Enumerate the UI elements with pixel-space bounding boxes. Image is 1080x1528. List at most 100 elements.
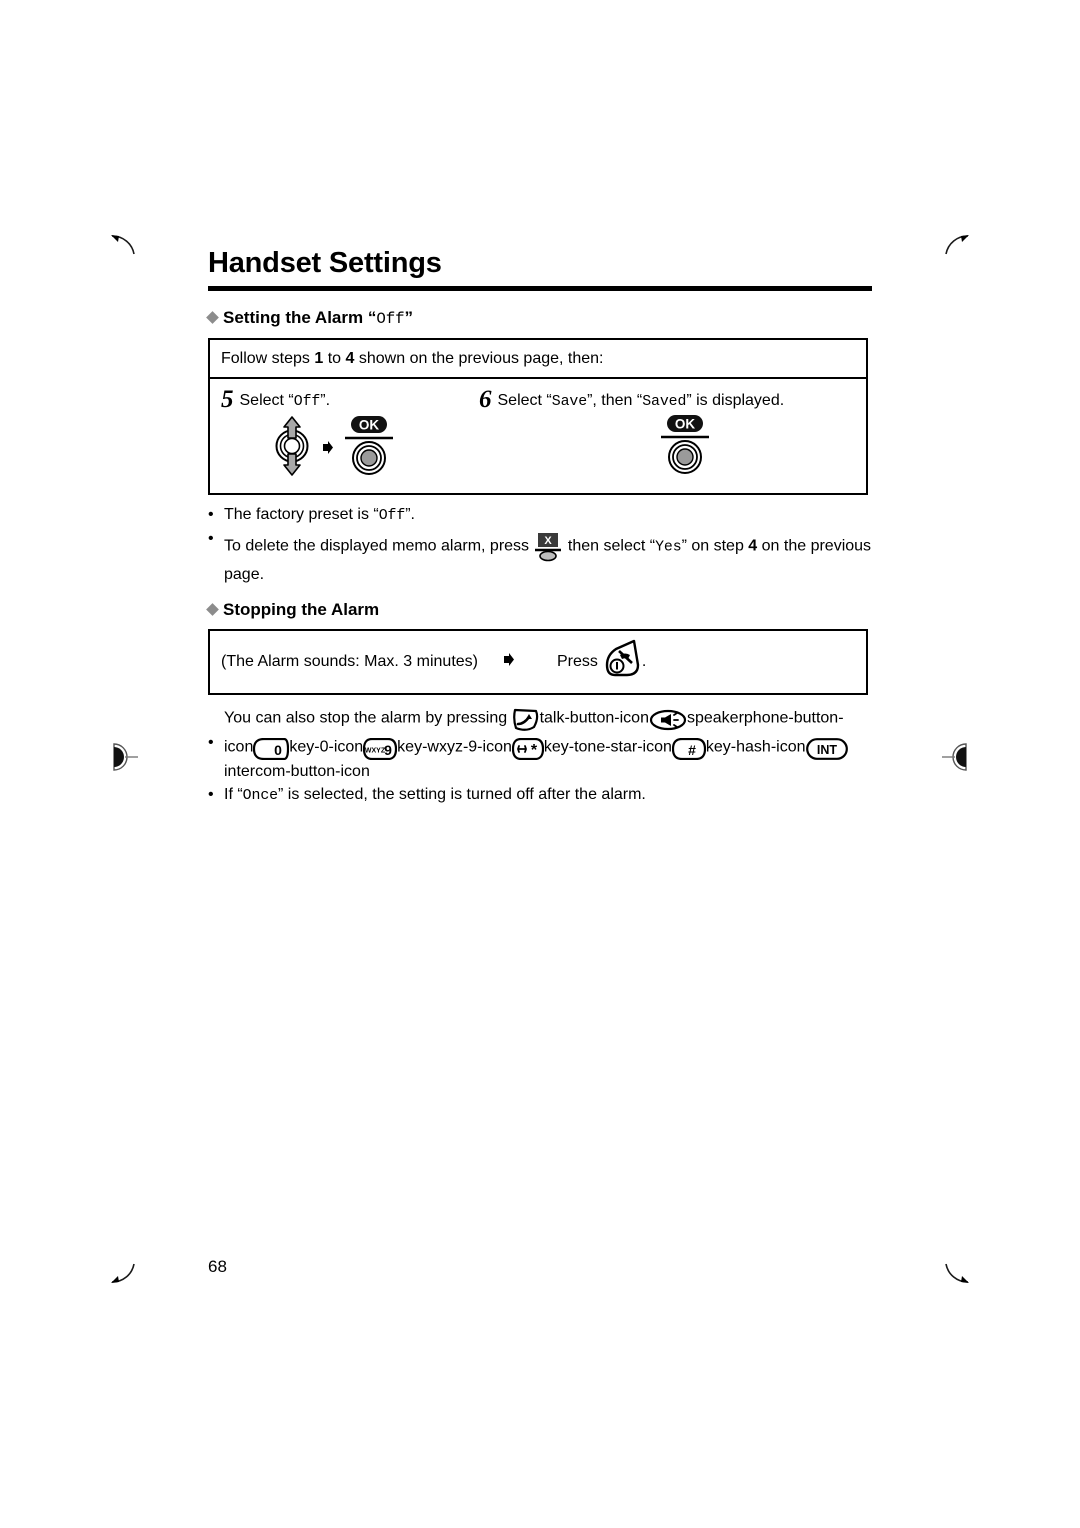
notes-stopping-alarm: • You can also stop the alarm by pressin… bbox=[208, 703, 872, 807]
note-text-tail: ”. bbox=[405, 506, 415, 524]
bullet-text: To delete the displayed memo alarm, pres… bbox=[224, 528, 872, 586]
key-wxyz-9-icon[interactable]: WXYZ 9 bbox=[363, 738, 398, 766]
crop-mark-bottom-left bbox=[108, 1252, 142, 1286]
step-5-text-before: Select “ bbox=[239, 392, 294, 410]
page-title: Handset Settings bbox=[208, 247, 442, 279]
note-value: Yes bbox=[655, 539, 682, 556]
note-text: The factory preset is “ bbox=[224, 506, 379, 524]
note-sep-1: talk-button-icon bbox=[539, 709, 649, 727]
step-6-value: Save bbox=[551, 394, 588, 411]
svg-text:X: X bbox=[545, 535, 553, 547]
note-sep-3: key-wxyz-9-icon bbox=[397, 738, 512, 756]
talk-button-icon[interactable] bbox=[512, 708, 540, 738]
step-6-text-before: Select “ bbox=[497, 392, 552, 410]
step-6-value-2: Saved bbox=[642, 394, 687, 411]
bullet-dot: • bbox=[208, 785, 214, 803]
note-sep-4: key-tone-star-icon bbox=[543, 738, 672, 756]
right-arrow-separator-icon bbox=[322, 440, 334, 461]
step-6-text-after: ” is displayed. bbox=[686, 392, 785, 410]
step-6-icons: OK bbox=[479, 414, 855, 481]
note-text: If “ bbox=[224, 785, 243, 803]
section-heading-stopping-the-alarm: Stopping the Alarm bbox=[206, 599, 872, 620]
svg-text:0: 0 bbox=[274, 742, 282, 758]
svg-text:INT: INT bbox=[816, 743, 837, 757]
bullet-dot: • bbox=[208, 734, 214, 752]
intercom-button-icon[interactable]: INT bbox=[805, 738, 848, 766]
note-text-mid: then select “ bbox=[563, 537, 656, 555]
list-item: • To delete the displayed memo alarm, pr… bbox=[208, 528, 872, 586]
step-6-text-mid: ”, then “ bbox=[587, 392, 643, 410]
key-0-icon[interactable]: 0 bbox=[253, 738, 290, 766]
note-text: You can also stop the alarm by pressing bbox=[224, 709, 512, 727]
bullet-dot: • bbox=[208, 530, 214, 548]
note-text-or: key-hash-icon bbox=[705, 738, 806, 756]
bullet-text: If “Once” is selected, the setting is tu… bbox=[224, 784, 872, 807]
ok-select-button-icon[interactable]: OK bbox=[341, 415, 397, 482]
registration-mark-left bbox=[104, 740, 138, 774]
key-tone-star-icon[interactable]: * bbox=[511, 738, 544, 766]
note-value: Off bbox=[378, 508, 406, 525]
step-5-number: 5 bbox=[221, 386, 234, 414]
intro-text-after: shown on the previous page, then: bbox=[354, 350, 604, 368]
note-text-mid2: ” on step bbox=[681, 537, 749, 555]
intro-text-between: to bbox=[323, 350, 346, 368]
step-5-text-after: ”. bbox=[320, 392, 331, 410]
diamond-bullet-icon bbox=[206, 602, 219, 616]
procedure-steps: 5 Select “Off”. OK 6 Select “ Save ”, th… bbox=[210, 379, 866, 493]
note-text-tail: intercom-button-icon bbox=[224, 763, 370, 781]
bullet-text: The factory preset is “Off”. bbox=[224, 504, 872, 527]
crop-mark-top-right bbox=[938, 232, 972, 266]
ok-select-button-icon[interactable]: OK bbox=[657, 414, 713, 481]
crop-mark-top-left bbox=[108, 232, 142, 266]
alarm-stop-box: (The Alarm sounds: Max. 3 minutes) Press bbox=[208, 628, 868, 695]
list-item: • If “Once” is selected, the setting is … bbox=[208, 784, 872, 807]
bullet-dot: • bbox=[208, 506, 214, 524]
section-heading-label: Setting the Alarm bbox=[223, 308, 364, 328]
section-heading-value: Off bbox=[376, 310, 405, 329]
section-heading-label: Stopping the Alarm bbox=[223, 599, 380, 619]
svg-text:*: * bbox=[531, 742, 538, 759]
notes-setting-alarm-off: • The factory preset is “Off”. • To dele… bbox=[208, 504, 872, 585]
svg-text:#: # bbox=[688, 742, 696, 758]
svg-text:OK: OK bbox=[675, 417, 696, 432]
procedure-intro: Follow steps 1 to 4 shown on the previou… bbox=[210, 340, 866, 380]
intro-text-before: Follow steps bbox=[221, 350, 315, 368]
press-label: Press bbox=[556, 652, 598, 670]
note-text: To delete the displayed memo alarm, pres… bbox=[224, 537, 534, 555]
svg-text:WXYZ: WXYZ bbox=[365, 748, 386, 755]
list-item: • The factory preset is “Off”. bbox=[208, 504, 872, 527]
erase-x-button-icon[interactable]: X bbox=[534, 532, 562, 568]
title-rule bbox=[208, 286, 872, 292]
power-off-button-icon[interactable] bbox=[604, 639, 642, 684]
svg-text:9: 9 bbox=[384, 742, 392, 758]
note-step-number: 4 bbox=[748, 537, 758, 555]
press-instruction: Press . bbox=[557, 639, 646, 684]
page-content: Handset Settings Setting the Alarm “Off”… bbox=[206, 247, 872, 819]
page-number: 68 bbox=[208, 1257, 227, 1276]
procedure-box-setting-alarm-off: Follow steps 1 to 4 shown on the previou… bbox=[208, 338, 868, 496]
step-6-number: 6 bbox=[479, 386, 492, 414]
registration-mark-right bbox=[936, 740, 970, 774]
diamond-bullet-icon bbox=[206, 311, 219, 325]
step-5-line: 5 Select “Off”. bbox=[221, 385, 479, 412]
step-5-value: Off bbox=[293, 394, 321, 411]
list-item: • You can also stop the alarm by pressin… bbox=[208, 703, 872, 783]
key-hash-icon[interactable]: # bbox=[671, 738, 707, 766]
note-value: Once bbox=[242, 787, 278, 804]
note-text-tail: ” is selected, the setting is turned off… bbox=[277, 785, 646, 803]
right-arrow-separator-icon bbox=[503, 652, 515, 673]
alarm-duration-text: (The Alarm sounds: Max. 3 minutes) bbox=[221, 652, 478, 670]
navigator-joystick-icon[interactable] bbox=[269, 414, 315, 483]
svg-text:OK: OK bbox=[359, 418, 380, 433]
note-text-to: key-0-icon bbox=[289, 738, 364, 756]
step-6-line: 6 Select “Save”, then “Saved” is display… bbox=[479, 385, 855, 412]
section-heading-setting-the-alarm-off: Setting the Alarm “Off” bbox=[206, 308, 872, 329]
procedure-step-5: 5 Select “Off”. OK bbox=[221, 385, 479, 483]
speakerphone-button-icon[interactable] bbox=[649, 709, 687, 737]
press-period: . bbox=[641, 652, 647, 670]
bullet-text: You can also stop the alarm by pressing … bbox=[224, 703, 872, 783]
step-5-icons: OK bbox=[221, 414, 479, 483]
procedure-step-6: 6 Select “Save”, then “Saved” is display… bbox=[479, 385, 855, 483]
intro-step-first: 1 bbox=[314, 350, 324, 368]
crop-mark-bottom-right bbox=[938, 1252, 972, 1286]
